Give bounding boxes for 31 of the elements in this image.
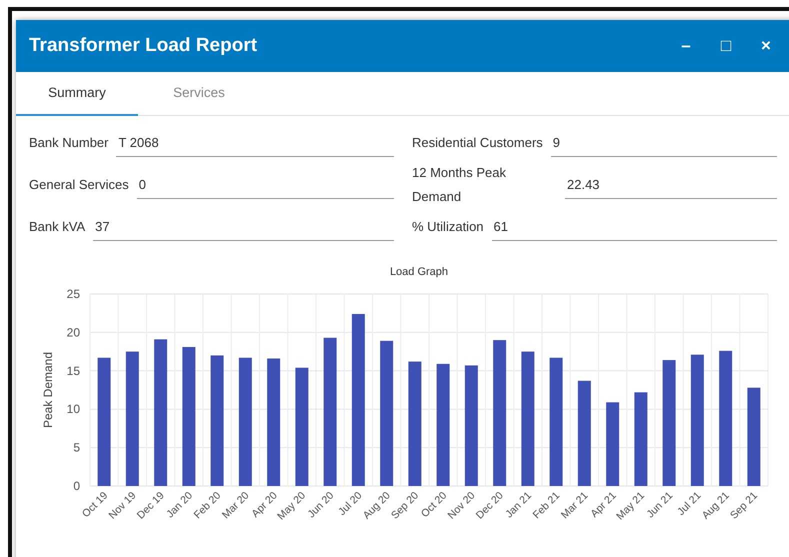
- tick-label: Jun 21: [644, 490, 676, 520]
- input-field[interactable]: 61: [492, 212, 777, 242]
- tick-label: 10: [66, 402, 80, 416]
- tab[interactable]: Services: [138, 72, 260, 116]
- field-label: Residential Customers: [412, 134, 543, 152]
- field-label: 12 Months Peak Demand: [412, 164, 507, 206]
- input-field[interactable]: 37: [93, 212, 394, 242]
- field-label: General Services: [29, 176, 129, 194]
- tab[interactable]: Summary: [16, 72, 138, 116]
- close-button[interactable]: ×: [746, 33, 786, 59]
- tick-label: 15: [66, 364, 80, 378]
- field-label: Bank kVA: [29, 218, 86, 236]
- tick-label: 0: [73, 479, 80, 493]
- maximize-button[interactable]: □: [706, 33, 746, 59]
- tick-label: 5: [73, 440, 80, 455]
- tick-label: May 20: [275, 490, 308, 522]
- input-field[interactable]: 22.43: [565, 170, 777, 200]
- field-label: Bank Number: [29, 134, 108, 152]
- tick-label: Jun 20: [305, 490, 336, 520]
- minimize-button[interactable]: –: [666, 33, 706, 59]
- tick-label: 25: [66, 287, 80, 301]
- chart-title: Load Graph: [390, 266, 448, 278]
- window-title: Transformer Load Report: [29, 34, 258, 58]
- field-label: % Utilization: [412, 218, 484, 236]
- tick-label: Dec 20: [474, 490, 506, 522]
- input-field[interactable]: 9: [550, 128, 777, 158]
- input-field[interactable]: 0: [136, 170, 394, 200]
- axis-title: Peak Demand: [41, 352, 55, 428]
- input-field[interactable]: T 2068: [116, 128, 394, 158]
- tick-label: 20: [66, 325, 80, 340]
- tick-label: Dec 19: [134, 490, 167, 522]
